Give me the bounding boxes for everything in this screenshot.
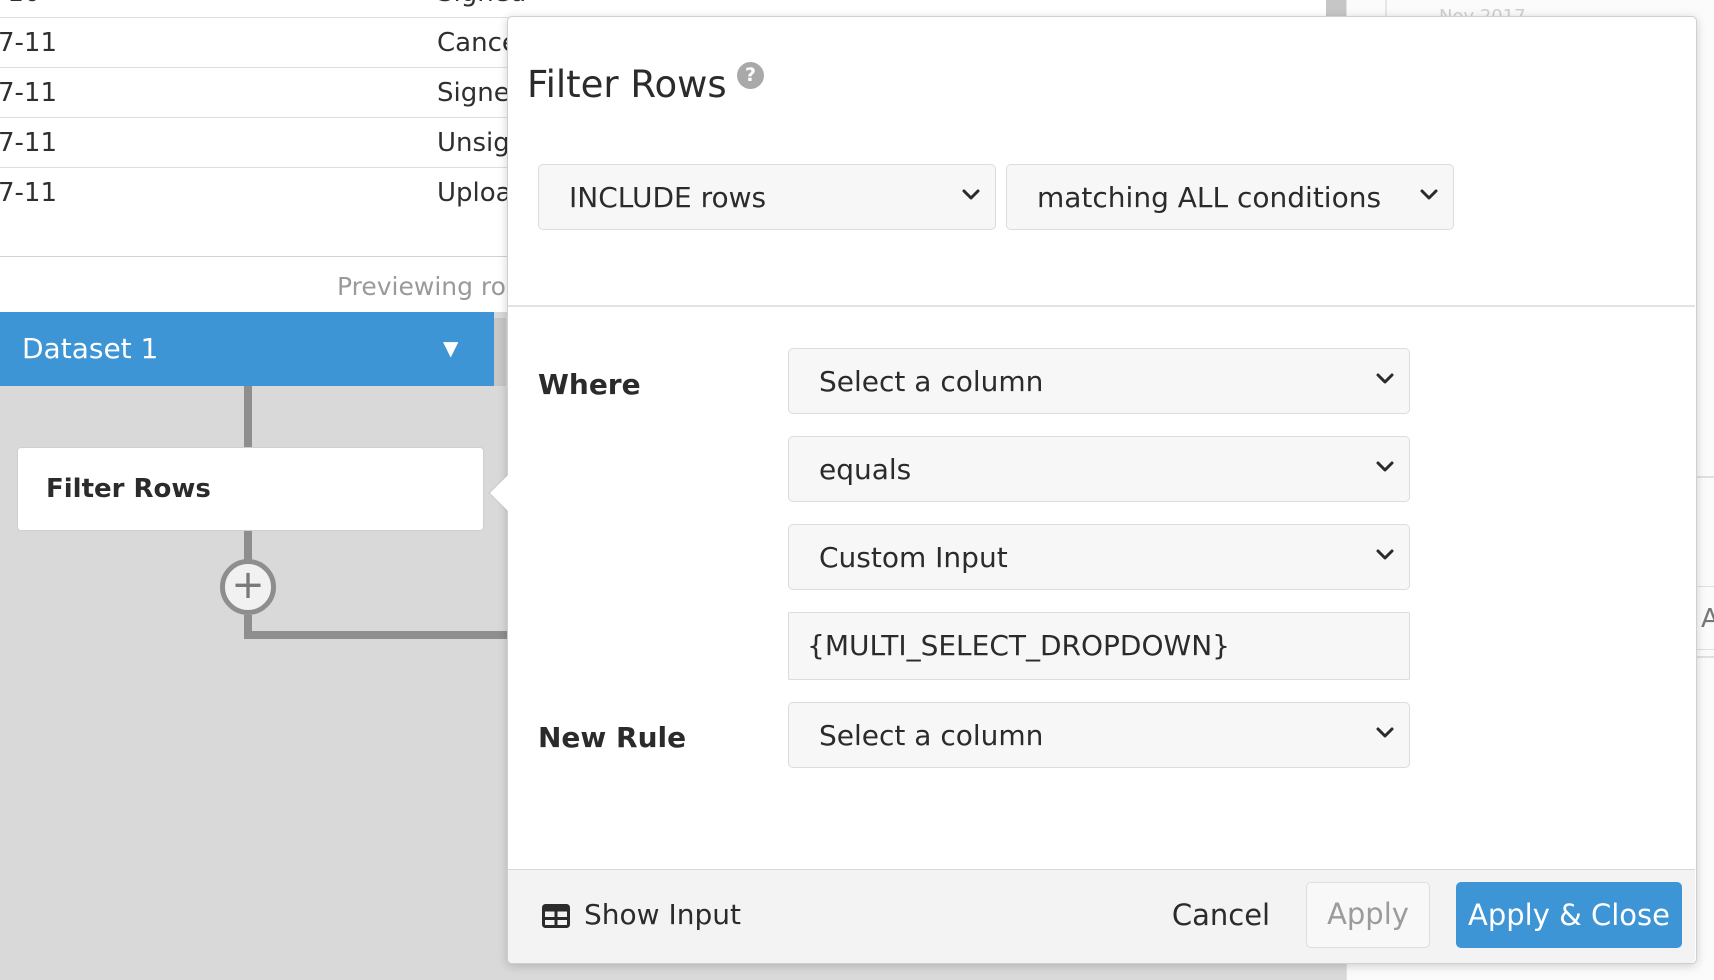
table-cell-status: Signe (437, 78, 510, 108)
pane-tab-label: A (1701, 604, 1714, 634)
match-condition-select[interactable]: matching ALL conditions (1006, 164, 1454, 230)
preview-status-text: Previewing ro (337, 272, 506, 301)
show-input-button[interactable]: Show Input (542, 898, 741, 931)
apply-close-button[interactable]: Apply & Close (1456, 882, 1682, 948)
table-cell-date: -10 (0, 0, 40, 8)
table-cell-date: 7-11 (0, 178, 58, 208)
column-select[interactable]: Select a column (788, 348, 1410, 414)
table-cell-date: 7-11 (0, 28, 58, 58)
section-divider (508, 305, 1695, 307)
chevron-down-icon (1376, 461, 1394, 472)
pane-divider (1697, 656, 1714, 658)
chevron-down-icon (1420, 189, 1438, 200)
caret-down-icon[interactable]: ▼ (443, 336, 458, 360)
dataset-header-edge (494, 318, 506, 386)
chevron-down-icon (962, 189, 980, 200)
question-circle-icon[interactable]: ? (737, 62, 764, 89)
table-icon (542, 904, 570, 928)
input-value: {MULTI_SELECT_DROPDOWN} (807, 629, 1230, 662)
apply-button[interactable]: Apply (1306, 882, 1430, 948)
popover-pointer-fill (490, 475, 508, 511)
chevron-down-icon (1376, 727, 1394, 738)
modal-footer: Show Input Cancel Apply Apply & Close (508, 869, 1695, 963)
custom-value-input[interactable]: {MULTI_SELECT_DROPDOWN} (788, 612, 1410, 680)
pane-divider (1697, 476, 1714, 478)
chevron-down-icon (1376, 549, 1394, 560)
pipeline-step-label: Filter Rows (46, 474, 211, 504)
select-value: Select a column (819, 719, 1044, 752)
dataset-name: Dataset 1 (22, 332, 159, 365)
include-mode-select[interactable]: INCLUDE rows (538, 164, 996, 230)
pipeline-step-card[interactable]: Filter Rows (17, 447, 484, 531)
pipeline-connector (244, 631, 510, 639)
pipeline-connector (244, 531, 252, 561)
operator-select[interactable]: equals (788, 436, 1410, 502)
table-cell-status: Signed (437, 0, 526, 8)
table-cell-status: Unsig (437, 128, 510, 158)
filter-rows-modal: Filter Rows ? INCLUDE rows matching ALL … (507, 16, 1697, 964)
new-rule-label: New Rule (538, 721, 687, 754)
plus-circle-icon[interactable]: + (220, 559, 276, 615)
cancel-button[interactable]: Cancel (1150, 882, 1292, 948)
table-cell-date: 7-11 (0, 128, 58, 158)
table-cell-date: 7-11 (0, 78, 58, 108)
table-cell-status: Uploa (437, 178, 512, 208)
select-value: INCLUDE rows (569, 181, 767, 214)
select-value: matching ALL conditions (1037, 181, 1382, 214)
show-input-label: Show Input (584, 898, 741, 931)
table-cell-status: Cance (437, 28, 518, 58)
select-value: Select a column (819, 365, 1044, 398)
select-value: Custom Input (819, 541, 1008, 574)
new-rule-column-select[interactable]: Select a column (788, 702, 1410, 768)
select-value: equals (819, 453, 912, 486)
where-label: Where (538, 368, 641, 401)
dataset-header[interactable]: Dataset 1 ▼ (0, 312, 494, 386)
modal-title: Filter Rows (527, 63, 727, 106)
chevron-down-icon (1376, 373, 1394, 384)
pipeline-connector (244, 386, 252, 448)
input-type-select[interactable]: Custom Input (788, 524, 1410, 590)
